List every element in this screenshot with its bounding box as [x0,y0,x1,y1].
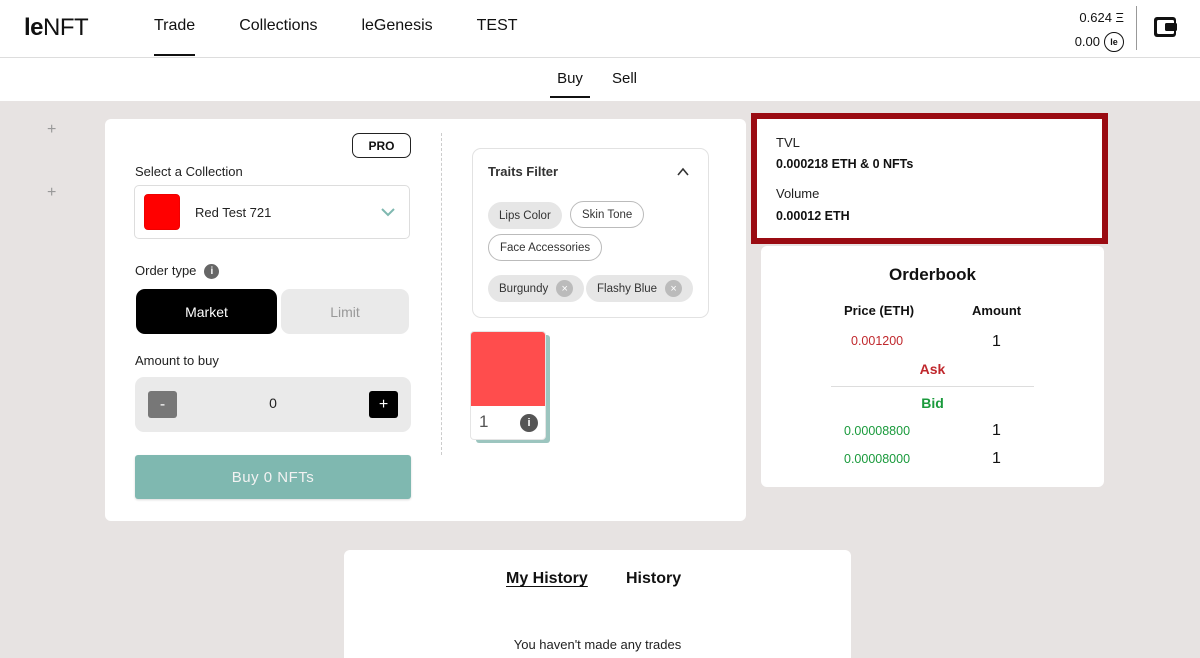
bid-label: Bid [921,395,944,411]
tab-sell[interactable]: Sell [612,70,637,87]
info-icon[interactable]: i [204,264,220,280]
chevron-up-icon[interactable] [677,166,689,178]
empty-history-message: You haven't made any trades [513,637,682,652]
plus-icon[interactable]: + [47,121,56,139]
nav-trade[interactable]: Trade [154,0,196,58]
collection-select[interactable]: Red Test 721 [134,185,410,239]
traits-filter-title: Traits Filter [488,164,559,179]
price-header: Price (ETH) [844,303,915,318]
le-token-icon: le [1104,32,1124,52]
trait-chip-lips-color[interactable]: Lips Color [488,202,562,229]
section-divider [441,133,442,455]
orderbook: Orderbook Price (ETH) Amount 0.001200 1 … [761,246,1104,487]
limit-button[interactable]: Limit [281,289,409,334]
remove-icon[interactable]: × [556,280,574,297]
nav-collections[interactable]: Collections [239,0,317,58]
tab-my-history[interactable]: My History [506,570,588,588]
market-button[interactable]: Market [136,289,277,334]
collection-swatch [144,194,180,230]
ask-price[interactable]: 0.001200 [851,334,903,348]
wallet-icon[interactable] [1153,16,1177,38]
volume-label: Volume [776,186,820,201]
bid-price[interactable]: 0.00008000 [844,452,910,466]
traits-filter: Traits Filter Lips Color Skin Tone Face … [472,148,709,318]
header-divider [1136,6,1137,50]
selected-trait-chip[interactable]: Burgundy × [488,275,585,302]
remove-icon[interactable]: × [665,280,683,297]
stats-box: TVL 0.000218 ETH & 0 NFTs Volume 0.00012… [751,113,1108,244]
trait-chip-face-accessories[interactable]: Face Accessories [488,234,603,261]
balances: 0.624 Ξ 0.00 le [1075,6,1124,54]
selected-trait-chip[interactable]: Flashy Blue × [586,275,694,302]
amount-header: Amount [972,303,1022,318]
orderbook-title: Orderbook [889,265,976,284]
ask-label: Ask [919,361,946,377]
buy-sell-tabs: Buy Sell [0,58,1200,101]
plus-icon[interactable]: + [47,184,56,202]
top-bar: leNFT Trade Collections leGenesis TEST 0… [0,0,1200,58]
increment-button[interactable]: + [369,391,398,418]
order-type-label: Order type i [135,263,220,280]
main-nav: Trade Collections leGenesis TEST [154,0,562,58]
nav-legenesis[interactable]: leGenesis [361,0,432,58]
tab-history[interactable]: History [626,570,681,588]
chevron-down-icon [381,208,395,217]
orderbook-separator [831,386,1034,387]
collection-name: Red Test 721 [195,204,272,220]
info-icon[interactable]: i [520,414,538,432]
lenft-logo[interactable]: leNFT [24,14,89,42]
bid-amount: 1 [992,422,1001,439]
nav-test[interactable]: TEST [477,0,518,58]
amount-label: Amount to buy [135,353,219,368]
volume-value: 0.00012 ETH [776,209,850,223]
select-collection-label: Select a Collection [135,164,243,179]
pro-toggle[interactable]: PRO [352,133,411,158]
history-panel: My History History You haven't made any … [344,550,851,658]
nft-card[interactable]: 1 i [471,332,545,439]
trade-card: PRO Select a Collection Red Test 721 Ord… [105,119,746,521]
trait-chip-skin-tone[interactable]: Skin Tone [570,201,645,228]
tvl-value: 0.000218 ETH & 0 NFTs [776,157,914,171]
eth-balance: 0.624 Ξ [1079,10,1124,25]
buy-button[interactable]: Buy 0 NFTs [135,455,411,499]
bid-price[interactable]: 0.00008800 [844,424,910,438]
bid-amount: 1 [992,450,1001,467]
nft-image [471,332,545,406]
le-balance: 0.00 [1074,34,1100,49]
tab-buy[interactable]: Buy [550,70,590,98]
nft-count: 1 [479,412,489,431]
amount-stepper: - 0 + [135,377,411,432]
ask-amount: 1 [992,333,1001,350]
tvl-label: TVL [776,135,800,150]
